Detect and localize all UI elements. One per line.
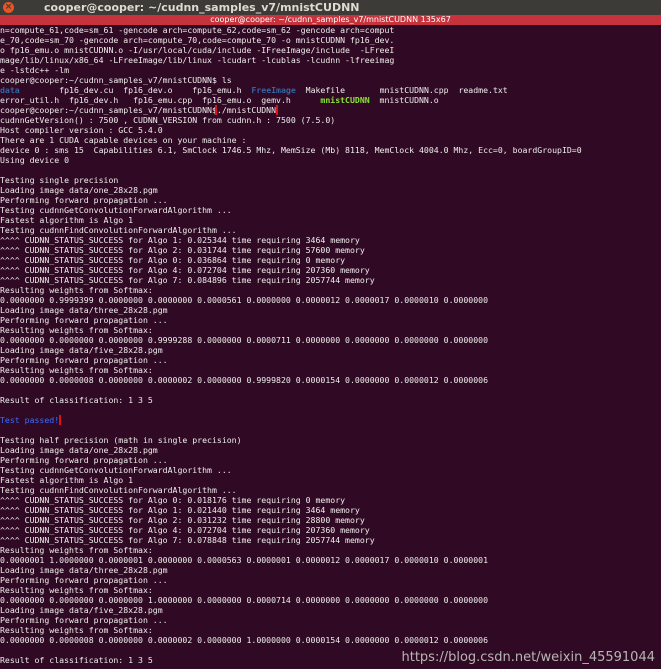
terminal-output[interactable]: n=compute_61,code=sm_61 -gencode arch=co… xyxy=(0,25,661,669)
ls-command-line: cooper@cooper:~/cudnn_samples_v7/mnistCU… xyxy=(0,75,661,85)
terminal-line: Testing cudnnGetConvolutionForwardAlgori… xyxy=(0,465,232,475)
terminal-line: Performing forward propagation ... xyxy=(0,455,168,465)
program-output-half: Testing half precision (math in single p… xyxy=(0,425,661,665)
terminal-line: Performing forward propagation ... xyxy=(0,355,168,365)
ls-files: mnistCUDNN.o xyxy=(369,95,439,105)
ls-dir-data: data xyxy=(0,85,20,95)
terminal-line: Resulting weights from Softmax: xyxy=(0,285,153,295)
terminal-line: Testing single precision xyxy=(0,175,119,185)
terminal-line: e -lstdc++ -lm xyxy=(0,65,70,75)
terminal-line: mage/lib/linux/x86_64 -LFreeImage/lib/li… xyxy=(0,55,395,65)
terminal-line: Performing forward propagation ... xyxy=(0,615,168,625)
terminal-line: Performing forward propagation ... xyxy=(0,195,168,205)
ls-files: error_util.h fp16_dev.h fp16_emu.cpp fp1… xyxy=(0,95,321,105)
terminal-line: 0.0000000 0.0000000 0.0000000 0.9999288 … xyxy=(0,335,488,345)
ls-files: fp16_dev.cu fp16_dev.o fp16_emu.h xyxy=(59,85,252,95)
terminal-line: Resulting weights from Softmax: xyxy=(0,625,153,635)
terminal-line: Fastest algorithm is Algo 1 xyxy=(0,215,134,225)
terminal-line: 0.0000000 0.0000008 0.0000000 0.0000002 … xyxy=(0,635,488,645)
terminal-line: Resulting weights from Softmax: xyxy=(0,365,153,375)
terminal-line: device 0 : sms 15 Capabilities 6.1, SmCl… xyxy=(0,145,582,155)
terminal-line: Performing forward propagation ... xyxy=(0,575,168,585)
terminal-line: Host compiler version : GCC 5.4.0 xyxy=(0,125,163,135)
terminal-line: 0.0000001 1.0000000 0.0000001 0.0000000 … xyxy=(0,555,488,565)
ls-exe-mnistcudnn: mnistCUDNN xyxy=(320,95,370,105)
terminal-line: ^^^^ CUDNN_STATUS_SUCCESS for Algo 0: 0.… xyxy=(0,255,346,265)
terminal-line: Fastest algorithm is Algo 1 xyxy=(0,475,134,485)
terminal-line: Loading image data/five_28x28.pgm xyxy=(0,345,163,355)
terminal-line: Performing forward propagation ... xyxy=(0,315,168,325)
ls-files: Makefile mnistCUDNN.cpp readme.txt xyxy=(295,85,508,95)
terminal-line: Result of classification: 1 3 5 xyxy=(0,395,153,405)
window-title: cooper@cooper: ~/cudnn_samples_v7/mnistC… xyxy=(44,1,360,14)
terminal-line: Loading image data/five_28x28.pgm xyxy=(0,605,163,615)
terminal-line: ^^^^ CUDNN_STATUS_SUCCESS for Algo 0: 0.… xyxy=(0,495,346,505)
terminal-line: Loading image data/three_28x28.pgm xyxy=(0,565,168,575)
terminal-line: Testing cudnnGetConvolutionForwardAlgori… xyxy=(0,205,232,215)
prompt: cooper@cooper:~/cudnn_samples_v7/mnistCU… xyxy=(0,75,217,85)
terminal-line: Resulting weights from Softmax: xyxy=(0,585,153,595)
terminal-line: ^^^^ CUDNN_STATUS_SUCCESS for Algo 2: 0.… xyxy=(0,515,365,525)
terminal-line: ^^^^ CUDNN_STATUS_SUCCESS for Algo 1: 0.… xyxy=(0,505,360,515)
terminal-line: ^^^^ CUDNN_STATUS_SUCCESS for Algo 4: 0.… xyxy=(0,265,370,275)
terminal-line: 0.0000000 0.0000000 0.0000000 1.0000000 … xyxy=(0,595,488,605)
terminal-line: Loading image data/one_28x28.pgm xyxy=(0,185,158,195)
terminal-line: Testing cudnnFindConvolutionForwardAlgor… xyxy=(0,485,237,495)
ls-command: ls xyxy=(221,75,232,85)
ls-output-row: data fp16_dev.cu fp16_dev.o fp16_emu.h F… xyxy=(0,85,661,95)
terminal-line: ^^^^ CUDNN_STATUS_SUCCESS for Algo 1: 0.… xyxy=(0,235,360,245)
ls-output-row: error_util.h fp16_dev.h fp16_emu.cpp fp1… xyxy=(0,95,661,105)
terminal-line: There are 1 CUDA capable devices on your… xyxy=(0,135,247,145)
terminal-line: Loading image data/three_28x28.pgm xyxy=(0,305,168,315)
terminal-line: 0.0000000 0.0000008 0.0000000 0.0000002 … xyxy=(0,375,488,385)
terminal-line: ^^^^ CUDNN_STATUS_SUCCESS for Algo 7: 0.… xyxy=(0,535,375,545)
watermark: https://blog.csdn.net/weixin_45591044 xyxy=(401,650,655,665)
terminal-line: 0.0000000 0.9999399 0.0000000 0.0000000 … xyxy=(0,295,488,305)
terminal-line: n=compute_61,code=sm_61 -gencode arch=co… xyxy=(0,25,395,35)
terminal-line: cudnnGetVersion() : 7500 , CUDNN_VERSION… xyxy=(0,115,336,125)
prompt: cooper@cooper:~/cudnn_samples_v7/mnistCU… xyxy=(0,105,217,115)
program-output-single: cudnnGetVersion() : 7500 , CUDNN_VERSION… xyxy=(0,115,661,415)
build-output: n=compute_61,code=sm_61 -gencode arch=co… xyxy=(0,25,661,75)
close-icon[interactable]: × xyxy=(3,2,14,13)
test-passed: Test passed! xyxy=(0,415,62,425)
window-titlebar[interactable]: × cooper@cooper: ~/cudnn_samples_v7/mnis… xyxy=(0,0,661,15)
terminal-tab[interactable]: cooper@cooper: ~/cudnn_samples_v7/mnistC… xyxy=(0,15,661,25)
terminal-line: Loading image data/one_28x28.pgm xyxy=(0,445,158,455)
ls-dir-freeimage: FreeImage xyxy=(251,85,296,95)
tab-bar: cooper@cooper: ~/cudnn_samples_v7/mnistC… xyxy=(0,15,661,25)
terminal-line: Testing cudnnFindConvolutionForwardAlgor… xyxy=(0,225,237,235)
terminal-line: Testing half precision (math in single p… xyxy=(0,435,242,445)
terminal-line: ^^^^ CUDNN_STATUS_SUCCESS for Algo 7: 0.… xyxy=(0,275,375,285)
test-passed-line: Test passed! xyxy=(0,415,661,425)
terminal-line: e_70,code=sm_70 -gencode arch=compute_70… xyxy=(0,35,395,45)
terminal-line: Using device 0 xyxy=(0,155,70,165)
terminal-line: Resulting weights from Softmax: xyxy=(0,325,153,335)
terminal-line: Resulting weights from Softmax: xyxy=(0,545,153,555)
terminal-line: ^^^^ CUDNN_STATUS_SUCCESS for Algo 4: 0.… xyxy=(0,525,370,535)
terminal-line: o fp16_emu.o mnistCUDNN.o -I/usr/local/c… xyxy=(0,45,395,55)
terminal-line: ^^^^ CUDNN_STATUS_SUCCESS for Algo 2: 0.… xyxy=(0,245,365,255)
run-command: ./mnistCUDNN xyxy=(214,105,279,115)
run-command-line: cooper@cooper:~/cudnn_samples_v7/mnistCU… xyxy=(0,105,661,115)
